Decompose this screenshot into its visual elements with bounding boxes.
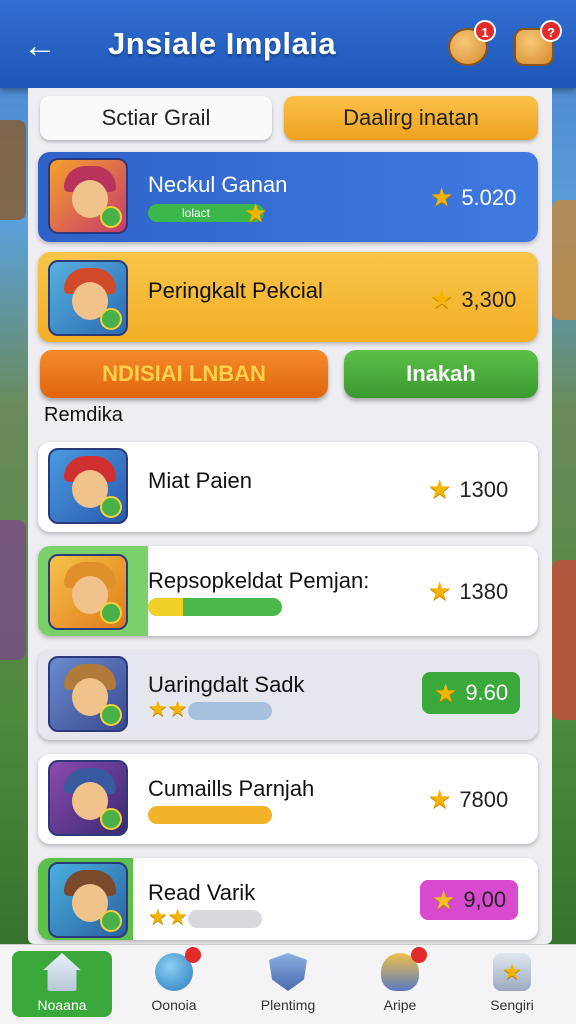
progress-bar <box>188 702 272 720</box>
progress-bar <box>148 806 272 824</box>
star-icon: ★★ <box>148 904 188 929</box>
avatar <box>48 862 128 938</box>
list-item[interactable]: Cumaills Parnjah ★ 7800 <box>38 754 538 844</box>
list-item[interactable]: Repsopkeldat Pemjan: ★ 1380 <box>38 546 538 636</box>
star-icon: ★ <box>428 784 452 814</box>
star-icon: ★ <box>428 474 452 504</box>
avatar <box>48 158 128 234</box>
shield-icon <box>269 953 307 991</box>
chat-icon[interactable]: 1 <box>448 20 496 66</box>
player-score: ★ 5.020 <box>430 182 517 212</box>
avatar <box>48 554 128 630</box>
avatar <box>48 656 128 732</box>
nav-home[interactable]: Noaana <box>12 951 112 1017</box>
featured-card-1[interactable]: Neckul Ganan lolact ★ ★ 5.020 <box>38 152 538 242</box>
nav-label: Plentimg <box>260 997 316 1013</box>
player-name: Read Varik <box>148 880 256 905</box>
list-item[interactable]: Miat Paien ★ 1300 <box>38 442 538 532</box>
player-score: ★ 9.60 <box>422 672 521 714</box>
player-name: Cumaills Parnjah <box>148 776 315 801</box>
list-item[interactable]: Uaringdalt Sadk ★★ ★ 9.60 <box>38 650 538 740</box>
gift-badge: ? <box>540 20 562 42</box>
player-name: Uaringdalt Sadk <box>148 672 305 697</box>
bg-building-left <box>0 120 26 220</box>
star-icon: ★ <box>432 884 456 915</box>
trophy-star-icon: ★ <box>493 953 531 991</box>
primary-action-button[interactable]: NDISIAI LNBAN <box>40 350 328 398</box>
tab-left[interactable]: Sctiar Grail <box>40 96 272 140</box>
player-score: ★ 7800 <box>428 784 509 814</box>
player-name: Neckul Ganan <box>148 172 288 197</box>
nav-label: Noaana <box>37 997 87 1013</box>
nav-item-4[interactable]: Aripe <box>350 947 450 1017</box>
badge-shield-icon <box>381 947 427 991</box>
list-item[interactable]: Read Varik ★★ ★ 9,00 <box>38 858 538 940</box>
back-arrow-icon[interactable]: ← <box>20 26 60 66</box>
gift-icon[interactable]: ? <box>514 20 562 66</box>
star-icon: ★★ <box>148 696 188 721</box>
player-score: ★ 9,00 <box>420 880 519 920</box>
tab-right[interactable]: Daalirg inatan <box>284 96 538 140</box>
star-icon: ★ <box>430 182 454 212</box>
player-score: ★ 1300 <box>428 474 509 504</box>
home-icon <box>43 953 81 991</box>
star-icon: ★ <box>428 576 452 606</box>
bg-building-right <box>552 200 576 320</box>
top-bar: ← Jnsiale Implaia 1 ? <box>0 0 576 88</box>
nav-label: Sengiri <box>490 997 534 1013</box>
nav-item-5[interactable]: ★ Sengiri <box>462 951 562 1017</box>
player-name: Peringkalt Pekcial <box>148 278 323 303</box>
chat-badge: 1 <box>474 20 496 42</box>
globe-icon <box>155 947 201 991</box>
nav-item-3[interactable]: Plentimg <box>238 951 338 1017</box>
player-score: ★ 1380 <box>428 576 509 606</box>
player-name: Repsopkeldat Pemjan: <box>148 568 370 593</box>
nav-item-2[interactable]: Oonoia <box>124 947 224 1017</box>
avatar <box>48 260 128 336</box>
bg-building-left2 <box>0 520 26 660</box>
star-icon: ★ <box>430 284 454 314</box>
section-label: Remdika <box>44 404 123 426</box>
player-score: ★ 3,300 <box>430 284 517 314</box>
secondary-action-button[interactable]: Inakah <box>344 350 538 398</box>
progress-bar <box>188 910 262 928</box>
avatar <box>48 760 128 836</box>
player-name: Miat Paien <box>148 468 252 493</box>
page-title: Jnsiale Implaia <box>108 26 337 61</box>
bottom-nav: Noaana Oonoia Plentimg Aripe ★ Sengiri <box>0 944 576 1024</box>
featured-card-2[interactable]: Peringkalt Pekcial ★ 3,300 <box>38 252 538 342</box>
avatar <box>48 448 128 524</box>
nav-label: Aripe <box>383 997 417 1013</box>
star-icon: ★ <box>434 677 458 708</box>
star-icon: ★ <box>244 198 268 228</box>
progress-bar <box>148 598 282 616</box>
nav-label: Oonoia <box>151 997 197 1013</box>
bg-building-right2 <box>552 560 576 720</box>
